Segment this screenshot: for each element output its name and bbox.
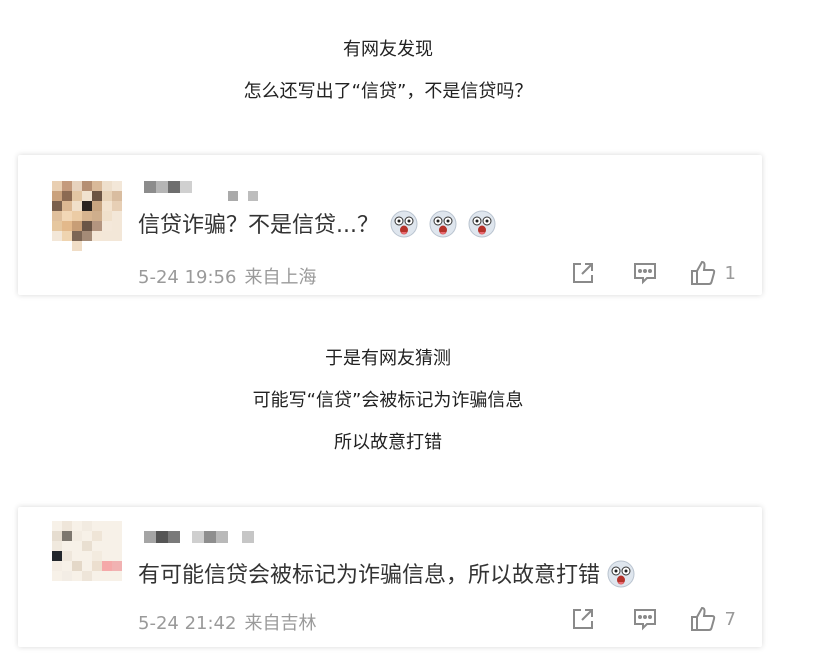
like-button[interactable]: 7 [689, 605, 736, 633]
comment-text: 有可能信贷会被标记为诈骗信息，所以故意打错 [138, 560, 635, 591]
share-icon[interactable] [569, 605, 597, 633]
comment-icon[interactable] [631, 259, 659, 287]
comment-date: 5-24 19:56 [138, 267, 237, 288]
like-count: 1 [724, 262, 736, 284]
comment-location: 来自上海 [244, 267, 317, 288]
like-button[interactable]: 1 [689, 259, 736, 287]
caption-line: 有网友发现 [343, 39, 433, 60]
comment-meta: 5-24 21:42 来自吉林 [138, 609, 316, 635]
comment-card: 有可能信贷会被标记为诈骗信息，所以故意打错 5-24 21:42 来自吉林 7 [18, 507, 762, 647]
caption-line: 可能写“信贷”会被标记为诈骗信息 [252, 390, 524, 411]
share-icon[interactable] [569, 259, 597, 287]
comment-date: 5-24 21:42 [138, 613, 237, 634]
username-redacted[interactable] [144, 181, 258, 201]
comment-body: 信贷诈骗？不是信贷...？ [138, 213, 379, 238]
surprised-emoji-icon [468, 210, 496, 238]
comment-text: 信贷诈骗？不是信贷...？ [138, 210, 496, 241]
username-redacted[interactable] [144, 531, 254, 543]
surprised-emoji-icon [429, 210, 457, 238]
caption-line: 怎么还写出了“信贷”，不是信贷吗？ [243, 81, 533, 102]
caption-line: 于是有网友猜测 [325, 348, 451, 369]
comment-meta: 5-24 19:56 来自上海 [138, 263, 316, 289]
comment-actions: 7 [535, 605, 736, 633]
surprised-emoji-icon [607, 560, 635, 588]
surprised-emoji-icon [390, 210, 418, 238]
comment-card: 信贷诈骗？不是信贷...？ 5-24 19:56 来自上海 1 [18, 155, 762, 295]
like-count: 7 [724, 608, 736, 630]
comment-location: 来自吉林 [244, 613, 317, 634]
thumbs-up-icon [689, 605, 717, 633]
caption-line: 所以故意打错 [334, 432, 442, 453]
avatar[interactable] [52, 521, 122, 591]
comment-icon[interactable] [631, 605, 659, 633]
avatar[interactable] [52, 181, 122, 251]
thumbs-up-icon [689, 259, 717, 287]
comment-body: 有可能信贷会被标记为诈骗信息，所以故意打错 [138, 563, 601, 588]
comment-actions: 1 [535, 259, 736, 287]
